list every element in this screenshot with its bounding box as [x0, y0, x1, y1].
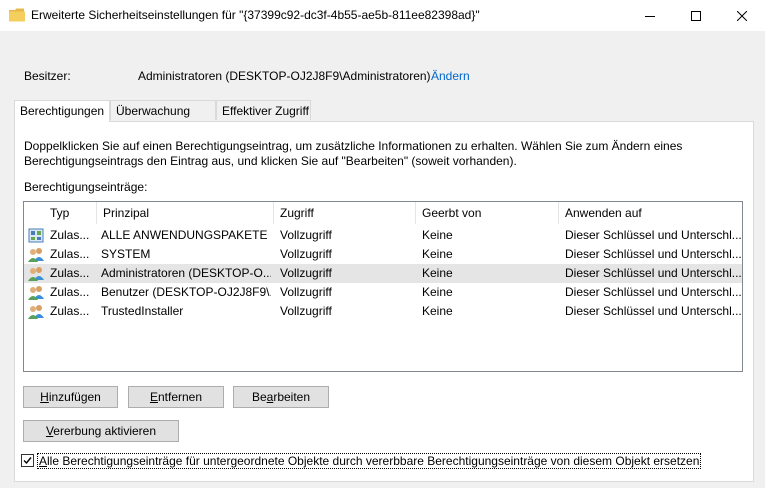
cell-access: Vollzugriff	[280, 285, 332, 299]
cell-principal: Administratoren (DESKTOP-O...	[101, 266, 271, 280]
cell-principal: ALLE ANWENDUNGSPAKETE	[101, 228, 268, 242]
cell-inherited-from: Keine	[422, 304, 453, 318]
cell-type: Zulas...	[50, 304, 90, 318]
permission-entries-list[interactable]: Typ Prinzipal Zugriff Geerbt von Anwende…	[23, 201, 743, 372]
remove-button-accesskey: E	[149, 390, 158, 404]
user-group-icon	[28, 267, 44, 281]
cell-type: Zulas...	[50, 228, 90, 242]
cell-applies-to: Dieser Schlüssel und Unterschl...	[565, 247, 741, 261]
enable-inheritance-button[interactable]: Vererbung aktivieren	[23, 420, 179, 442]
checkmark-icon	[23, 457, 32, 465]
cell-inherited-from: Keine	[422, 285, 453, 299]
app-packages-icon	[28, 228, 44, 243]
remove-button-label-post: ntfernen	[157, 390, 203, 404]
close-icon	[737, 10, 747, 21]
tab-permissions[interactable]: Berechtigungen	[14, 100, 110, 122]
minimize-button[interactable]	[627, 0, 673, 31]
add-button[interactable]: Hinzufügen	[23, 386, 118, 408]
user-group-icon	[28, 286, 44, 300]
table-row[interactable]: Zulas... TrustedInstaller Vollzugriff Ke…	[24, 302, 742, 321]
owner-value: Administratoren (DESKTOP-OJ2J8F9\Adminis…	[138, 69, 431, 83]
maximize-button[interactable]	[673, 0, 719, 31]
cell-principal: SYSTEM	[101, 247, 151, 261]
cell-type: Zulas...	[50, 285, 90, 299]
edit-button-label-post: rbeiten	[273, 390, 311, 404]
cell-applies-to: Dieser Schlüssel und Unterschl...	[565, 228, 741, 242]
cell-principal: Benutzer (DESKTOP-OJ2J8F9\...	[101, 285, 271, 299]
replace-child-permissions-accesskey: A	[39, 454, 48, 468]
folder-icon	[9, 8, 25, 22]
column-header-access[interactable]: Zugriff	[274, 202, 416, 224]
replace-child-permissions-label-text: lle Berechtigungseinträge für untergeord…	[47, 454, 700, 468]
table-row[interactable]: Zulas... SYSTEM Vollzugriff Keine Dieser…	[24, 245, 742, 264]
add-button-label-post: inzufügen	[48, 390, 101, 404]
column-header-type[interactable]: Typ	[44, 202, 97, 224]
list-header: Typ Prinzipal Zugriff Geerbt von Anwende…	[24, 202, 742, 224]
table-row[interactable]: Zulas... Benutzer (DESKTOP-OJ2J8F9\... V…	[24, 283, 742, 302]
replace-child-permissions-label[interactable]: Alle Berechtigungseinträge für untergeor…	[37, 453, 702, 469]
enable-inheritance-label-post: ererbung aktivieren	[53, 424, 157, 438]
column-header-applies-to[interactable]: Anwenden auf	[559, 202, 742, 224]
cell-applies-to: Dieser Schlüssel und Unterschl...	[565, 304, 741, 318]
user-group-icon	[28, 305, 44, 319]
add-button-accesskey: H	[40, 390, 49, 404]
owner-label: Besitzer:	[24, 69, 71, 83]
edit-button-label-pre: Be	[251, 390, 267, 404]
cell-access: Vollzugriff	[280, 228, 332, 242]
user-group-icon	[28, 248, 44, 262]
cell-type: Zulas...	[50, 266, 90, 280]
replace-child-permissions-checkbox[interactable]	[21, 454, 34, 467]
column-header-inherited-from[interactable]: Geerbt von	[416, 202, 559, 224]
change-owner-link[interactable]: Ändern	[431, 69, 470, 83]
cell-inherited-from: Keine	[422, 247, 453, 261]
cell-applies-to: Dieser Schlüssel und Unterschl...	[565, 285, 741, 299]
tab-auditing[interactable]: Überwachung	[110, 100, 216, 120]
maximize-icon	[691, 10, 701, 21]
cell-inherited-from: Keine	[422, 266, 453, 280]
remove-button[interactable]: Entfernen	[128, 386, 224, 408]
close-button[interactable]	[719, 0, 765, 31]
column-header-principal[interactable]: Prinzipal	[97, 202, 274, 224]
table-row-selected[interactable]: Zulas... Administratoren (DESKTOP-O... V…	[24, 264, 742, 283]
cell-applies-to: Dieser Schlüssel und Unterschl...	[565, 266, 741, 280]
permissions-description: Doppelklicken Sie auf einen Berechtigung…	[24, 139, 683, 168]
cell-access: Vollzugriff	[280, 266, 332, 280]
window-title: Erweiterte Sicherheitseinstellungen für …	[31, 8, 480, 22]
cell-principal: TrustedInstaller	[101, 304, 184, 318]
table-row[interactable]: Zulas... ALLE ANWENDUNGSPAKETE Vollzugri…	[24, 226, 742, 245]
cell-type: Zulas...	[50, 247, 90, 261]
cell-access: Vollzugriff	[280, 304, 332, 318]
title-bar: Erweiterte Sicherheitseinstellungen für …	[0, 0, 765, 31]
tab-effective-access[interactable]: Effektiver Zugriff	[216, 100, 311, 120]
minimize-icon	[645, 15, 655, 17]
permission-entries-label: Berechtigungseinträge:	[24, 180, 148, 194]
cell-access: Vollzugriff	[280, 247, 332, 261]
cell-inherited-from: Keine	[422, 228, 453, 242]
edit-button[interactable]: Bearbeiten	[233, 386, 329, 408]
